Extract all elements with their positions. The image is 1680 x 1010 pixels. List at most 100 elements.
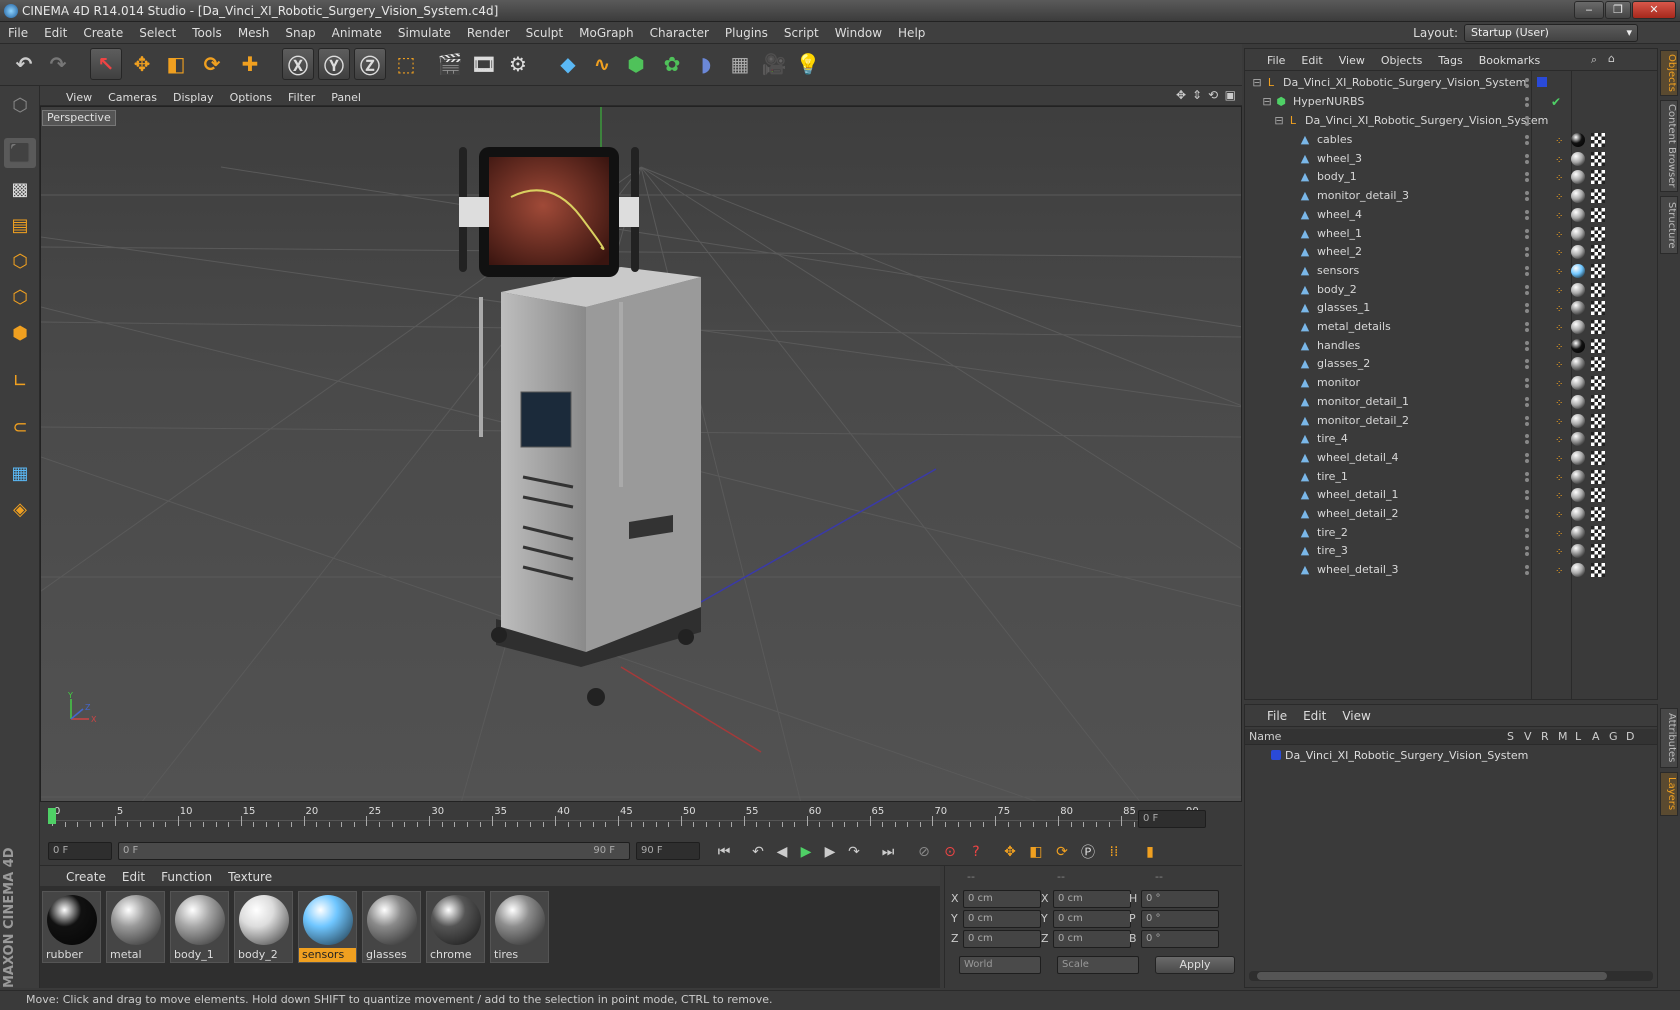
material-tag-icon[interactable] [1571, 525, 1585, 540]
texture-tag-icon[interactable] [1591, 563, 1605, 578]
previous-frame-icon[interactable]: ◀ [770, 840, 794, 864]
editor-visibility-dot[interactable] [1525, 471, 1529, 476]
object-row-tire-1[interactable]: ▲ tire_1 ⁘ [1245, 467, 1657, 487]
next-key-icon[interactable]: ↷ [842, 840, 866, 864]
layer-scroll-thumb[interactable] [1257, 972, 1607, 980]
material-tag-icon[interactable] [1571, 263, 1585, 278]
material-glasses[interactable]: glasses [362, 891, 421, 963]
editor-visibility-dot[interactable] [1525, 546, 1529, 551]
coord-value-field[interactable]: 0 cm [963, 910, 1041, 928]
editor-visibility-dot[interactable] [1525, 359, 1529, 364]
object-row-wheel-detail-4[interactable]: ▲ wheel_detail_4 ⁘ [1245, 448, 1657, 468]
tab-structure[interactable]: Structure [1660, 196, 1678, 254]
material-tag-icon[interactable] [1571, 469, 1585, 484]
object-row-monitor-detail-3[interactable]: ▲ monitor_detail_3 ⁘ [1245, 186, 1657, 206]
render-visibility-dot[interactable] [1525, 309, 1529, 314]
record-keys-icon[interactable]: ⊘ [912, 840, 936, 864]
viewport-menu-cameras[interactable]: Cameras [100, 91, 165, 104]
object-row-glasses-2[interactable]: ▲ glasses_2 ⁘ [1245, 354, 1657, 374]
layer-col-m[interactable]: M [1558, 730, 1568, 743]
render-visibility-dot[interactable] [1525, 533, 1529, 538]
render-visibility-dot[interactable] [1525, 103, 1529, 107]
texture-tag-icon[interactable] [1591, 207, 1605, 222]
render-visibility-dot[interactable] [1525, 571, 1529, 576]
nurbs-icon[interactable]: ⬢ [620, 48, 652, 80]
render-visibility-dot[interactable] [1525, 122, 1529, 126]
menu-mograph[interactable]: MoGraph [571, 26, 642, 40]
texture-tag-icon[interactable] [1591, 282, 1605, 297]
render-visibility-dot[interactable] [1525, 215, 1529, 220]
object-menu-tags[interactable]: Tags [1430, 54, 1470, 67]
layer-menu-file[interactable]: File [1259, 709, 1295, 723]
coordinate-space-select[interactable]: World [959, 956, 1041, 974]
menu-edit[interactable]: Edit [36, 26, 75, 40]
render-visibility-dot[interactable] [1525, 141, 1529, 145]
layer-row[interactable]: Da_Vinci_XI_Robotic_Surgery_Vision_Syste… [1245, 747, 1657, 765]
texture-tag-icon[interactable] [1591, 394, 1605, 409]
rotate-icon[interactable]: ⟳ [196, 48, 228, 80]
layer-menu-edit[interactable]: Edit [1295, 709, 1334, 723]
menu-animate[interactable]: Animate [324, 26, 390, 40]
editor-visibility-dot[interactable] [1525, 434, 1529, 439]
object-row-metal-details[interactable]: ▲ metal_details ⁘ [1245, 317, 1657, 337]
texture-tag-icon[interactable] [1591, 469, 1605, 484]
editor-visibility-dot[interactable] [1525, 340, 1529, 345]
viewport-menu-panel[interactable]: Panel [323, 91, 369, 104]
render-visibility-dot[interactable] [1525, 159, 1529, 164]
editor-visibility-dot[interactable] [1525, 172, 1529, 177]
layer-col-s[interactable]: S [1507, 730, 1514, 743]
editor-visibility-dot[interactable] [1525, 415, 1529, 420]
coordinate-system-icon[interactable]: ⬚ [390, 48, 422, 80]
object-row-cables[interactable]: ▲ cables ⁘ [1245, 130, 1657, 150]
editor-visibility-dot[interactable] [1525, 116, 1529, 120]
material-tag-icon[interactable] [1571, 544, 1585, 559]
menu-render[interactable]: Render [459, 26, 518, 40]
deformer-icon[interactable]: ◗ [690, 48, 722, 80]
editor-visibility-dot[interactable] [1525, 527, 1529, 532]
material-tag-icon[interactable] [1571, 133, 1585, 147]
layer-col-a[interactable]: A [1592, 730, 1600, 743]
menu-mesh[interactable]: Mesh [230, 26, 278, 40]
material-tag-icon[interactable] [1571, 488, 1585, 503]
start-frame-field[interactable]: 0 F [48, 842, 112, 860]
render-visibility-dot[interactable] [1525, 346, 1529, 351]
live-selection-icon[interactable]: ↖ [90, 48, 122, 80]
menu-simulate[interactable]: Simulate [390, 26, 459, 40]
material-tag-icon[interactable] [1571, 338, 1585, 353]
coord-value-field[interactable]: 0 cm [963, 890, 1041, 908]
layer-col-l[interactable]: L [1575, 730, 1581, 743]
undo-icon[interactable]: ↶ [8, 48, 40, 80]
object-row-wheel-4[interactable]: ▲ wheel_4 ⁘ [1245, 205, 1657, 225]
texture-tag-icon[interactable] [1591, 170, 1605, 185]
render-visibility-dot[interactable] [1525, 84, 1529, 88]
menu-plugins[interactable]: Plugins [717, 26, 776, 40]
texture-tag-icon[interactable] [1591, 263, 1605, 278]
make-editable-icon[interactable]: ⬡ [4, 90, 36, 120]
texture-tag-icon[interactable] [1591, 544, 1605, 559]
layer-color-swatch[interactable] [1271, 750, 1281, 760]
viewport-zoom-icon[interactable]: ⇕ [1192, 88, 1202, 102]
end-frame-field[interactable]: 90 F [636, 842, 700, 860]
viewport-maximize-icon[interactable]: ▣ [1225, 88, 1236, 102]
key-rotation-icon[interactable]: ⟳ [1050, 840, 1074, 864]
material-body-2[interactable]: body_2 [234, 891, 293, 963]
enabled-check-icon[interactable]: ✔ [1551, 92, 1561, 112]
object-row-group[interactable]: ⊟ L Da_Vinci_XI_Robotic_Surgery_Vision_Sys… [1245, 111, 1657, 131]
menu-help[interactable]: Help [890, 26, 933, 40]
locked-workplane-icon[interactable]: ▦ [4, 458, 36, 488]
render-visibility-dot[interactable] [1525, 458, 1529, 463]
material-tag-icon[interactable] [1571, 320, 1585, 334]
menu-character[interactable]: Character [642, 26, 717, 40]
autokeying-icon[interactable]: ⊙ [938, 840, 962, 864]
render-visibility-dot[interactable] [1525, 365, 1529, 370]
tab-layers[interactable]: Layers [1660, 772, 1678, 816]
material-tag-icon[interactable] [1571, 357, 1585, 372]
previous-key-icon[interactable]: ↶ [746, 840, 770, 864]
key-scale-icon[interactable]: ◧ [1024, 840, 1048, 864]
axis-mode-icon[interactable]: ∟ [4, 366, 36, 396]
timeline-window-icon[interactable]: ▮ [1138, 840, 1162, 864]
collapse-icon[interactable]: ⊟ [1251, 77, 1263, 89]
material-menu-create[interactable]: Create [58, 870, 114, 884]
menu-tools[interactable]: Tools [184, 26, 230, 40]
redo-icon[interactable]: ↷ [42, 48, 74, 80]
